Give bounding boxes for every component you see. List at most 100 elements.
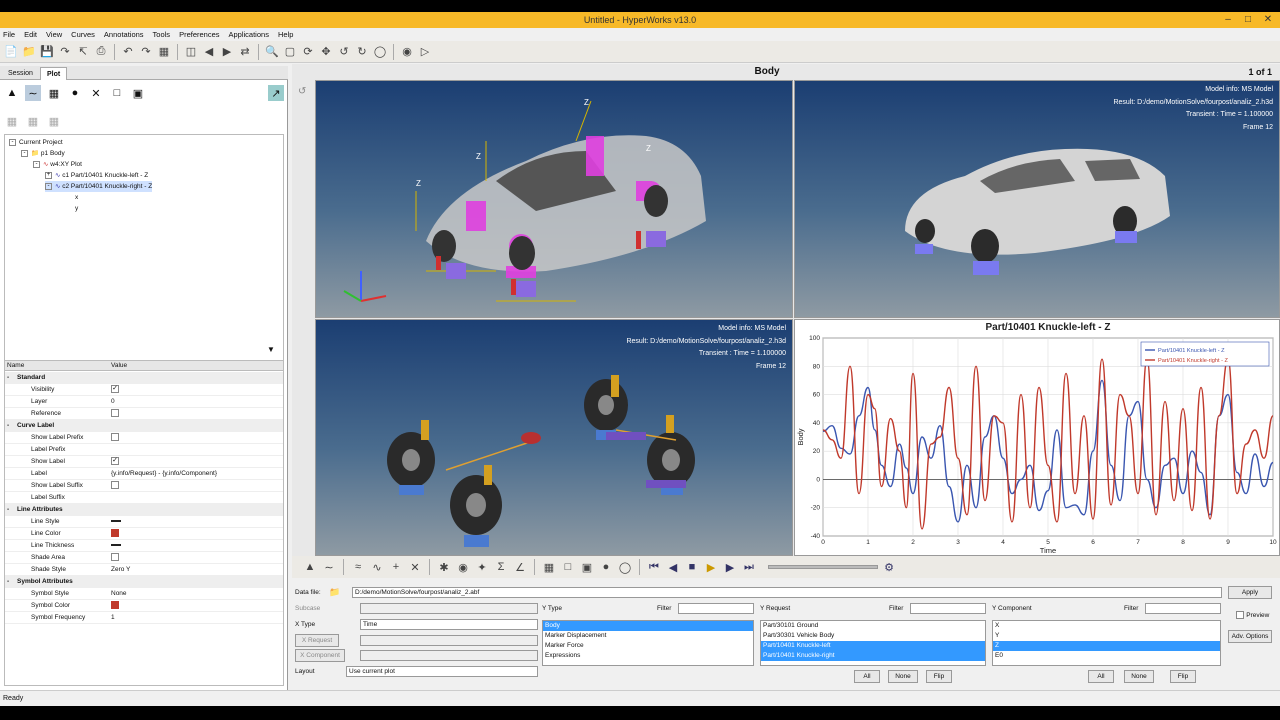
ycomponent-item[interactable]: Y — [993, 631, 1220, 641]
menu-file[interactable]: File — [3, 28, 15, 41]
group-standard[interactable]: - Standard — [5, 372, 283, 384]
group-symbol-attributes[interactable]: - Symbol Attributes — [5, 576, 283, 588]
yrequest-all-button[interactable]: All — [854, 670, 880, 683]
undo-icon[interactable]: ↶ — [120, 44, 136, 60]
xrequest-button[interactable]: X Request — [295, 634, 339, 647]
view-iso-icon[interactable]: ◯ — [372, 44, 388, 60]
previous-page-icon[interactable]: ◀ — [201, 44, 217, 60]
window-layout-icon[interactable]: ◫ — [183, 44, 199, 60]
layer-value[interactable]: 0 — [111, 396, 115, 408]
link-icon[interactable]: ↗ — [268, 85, 284, 101]
filter-curve-icon[interactable]: ✦ — [474, 559, 490, 575]
table-icon[interactable]: ▦ — [541, 559, 557, 575]
show-label-suffix-checkbox[interactable] — [111, 481, 119, 490]
show-label-prefix-checkbox[interactable] — [111, 433, 119, 442]
ytype-item[interactable]: Body — [543, 621, 753, 631]
show-label-checkbox[interactable]: ✓ — [111, 457, 119, 466]
view-right-icon[interactable]: ↻ — [354, 44, 370, 60]
measure-icon[interactable]: ● — [598, 559, 614, 575]
subcase-select[interactable] — [360, 603, 538, 614]
axis-tool-icon[interactable]: ▦ — [46, 85, 62, 101]
rewind-icon[interactable]: ⏮ — [646, 559, 662, 575]
menu-edit[interactable]: Edit — [24, 28, 37, 41]
menu-help[interactable]: Help — [278, 28, 293, 41]
ycomponent-all-button[interactable]: All — [1088, 670, 1114, 683]
ytype-item[interactable]: Marker Force — [543, 641, 753, 651]
ytype-item[interactable]: Marker Displacement — [543, 631, 753, 641]
shade-style-value[interactable]: Zero Y — [111, 564, 130, 576]
tree-node-x[interactable]: x — [75, 192, 78, 203]
line-style-sample[interactable] — [111, 520, 121, 523]
step-forward-icon[interactable]: ▶ — [722, 559, 738, 575]
new-session-icon[interactable]: 📄 — [3, 44, 19, 60]
build-plots-icon[interactable]: ▲ — [302, 559, 318, 575]
ycomponent-flip-button[interactable]: Flip — [1170, 670, 1196, 683]
label-value[interactable]: {y.info/Request} - {y.info/Component} — [111, 468, 217, 480]
curve-math-icon[interactable]: ≈ — [350, 559, 366, 575]
group-line-attributes[interactable]: - Line Attributes — [5, 504, 283, 516]
close-icon[interactable]: ✕ — [1258, 12, 1278, 28]
symbol-frequency-value[interactable]: 1 — [111, 612, 115, 624]
yrequest-item[interactable]: Part/10401 Knuckle-right — [761, 651, 985, 661]
zoom-icon[interactable]: 🔍 — [264, 44, 280, 60]
apply-button[interactable]: Apply — [1228, 586, 1272, 599]
line-thickness-sample[interactable] — [111, 544, 121, 547]
step-back-icon[interactable]: ◀ — [665, 559, 681, 575]
next-page-icon[interactable]: ▶ — [219, 44, 235, 60]
adv-options-button[interactable]: Adv. Options — [1228, 630, 1272, 643]
color-icon[interactable]: ◉ — [455, 559, 471, 575]
open-folder-icon[interactable]: 📁 — [21, 44, 37, 60]
reference-checkbox[interactable] — [111, 409, 119, 418]
yrequest-none-button[interactable]: None — [888, 670, 918, 683]
visibility-checkbox[interactable]: ✓ — [111, 385, 119, 394]
minimize-icon[interactable]: – — [1218, 12, 1238, 28]
pane-vehicle-body[interactable]: Model info: MS Model Result: D:/demo/Moti… — [794, 80, 1280, 318]
datum-tool-icon[interactable]: ✕ — [88, 85, 104, 101]
import-icon[interactable]: ↷ — [57, 44, 73, 60]
shade-area-checkbox[interactable] — [111, 553, 119, 562]
play-icon[interactable]: ▶ — [703, 559, 719, 575]
ycomponent-item[interactable]: E0 — [993, 651, 1220, 661]
fast-forward-icon[interactable]: ⏭ — [741, 559, 757, 575]
capture-icon[interactable]: ◉ — [399, 44, 415, 60]
maximize-icon[interactable]: □ — [1238, 12, 1258, 28]
collapse-icon[interactable]: ▦ — [46, 113, 62, 129]
sphere-icon[interactable]: ◯ — [617, 559, 633, 575]
plot-tool-icon[interactable]: ∼ — [25, 85, 41, 101]
curve-edit-icon[interactable]: ∿ — [369, 559, 385, 575]
line-color-swatch[interactable] — [111, 529, 119, 538]
pane-suspension[interactable]: Model info: MS Model Result: D:/demo/Moti… — [315, 319, 793, 556]
note-tool-icon[interactable]: ● — [67, 85, 83, 101]
yrequest-item[interactable]: Part/30101 Ground — [761, 621, 985, 631]
menu-annotations[interactable]: Annotations — [104, 28, 144, 41]
yrequest-item[interactable]: Part/30301 Vehicle Body — [761, 631, 985, 641]
synchronize-icon[interactable]: ⇄ — [237, 44, 253, 60]
redo-icon[interactable]: ↷ — [138, 44, 154, 60]
tree-node-curve-right[interactable]: - ∿ c2 Part/10401 Knuckle-right - Z — [45, 181, 153, 192]
open-file-icon[interactable]: 📁 — [329, 587, 340, 598]
stop-icon[interactable]: ■ — [684, 559, 700, 575]
curve-delete-icon[interactable]: ✕ — [407, 559, 423, 575]
tab-plot[interactable]: Plot — [40, 67, 68, 80]
yrequest-filter-input[interactable] — [910, 603, 986, 614]
symbol-style-value[interactable]: None — [111, 588, 127, 600]
yrequest-item[interactable]: Part/10401 Knuckle-left — [761, 641, 985, 651]
derivative-icon[interactable]: ∠ — [512, 559, 528, 575]
layout-select[interactable]: Use current plot — [346, 666, 538, 677]
page-layout-icon[interactable]: ▦ — [156, 44, 172, 60]
expand-icon[interactable]: ▦ — [25, 113, 41, 129]
view-left-icon[interactable]: ↺ — [336, 44, 352, 60]
fft-icon[interactable]: ✱ — [436, 559, 452, 575]
ycomponent-filter-input[interactable] — [1145, 603, 1221, 614]
group-curve-label[interactable]: - Curve Label — [5, 420, 283, 432]
export-icon[interactable]: ↸ — [75, 44, 91, 60]
tree-node-window[interactable]: - ∿ w4:XY Plot — [33, 159, 82, 170]
tree-node-project[interactable]: - Current Project — [9, 137, 63, 148]
note-icon[interactable]: □ — [560, 559, 576, 575]
ytype-filter-input[interactable] — [678, 603, 754, 614]
animation-slider[interactable] — [768, 565, 878, 569]
header-tool-icon[interactable]: ▣ — [130, 85, 146, 101]
menu-preferences[interactable]: Preferences — [179, 28, 219, 41]
menu-view[interactable]: View — [46, 28, 62, 41]
rotate-icon[interactable]: ⟳ — [300, 44, 316, 60]
